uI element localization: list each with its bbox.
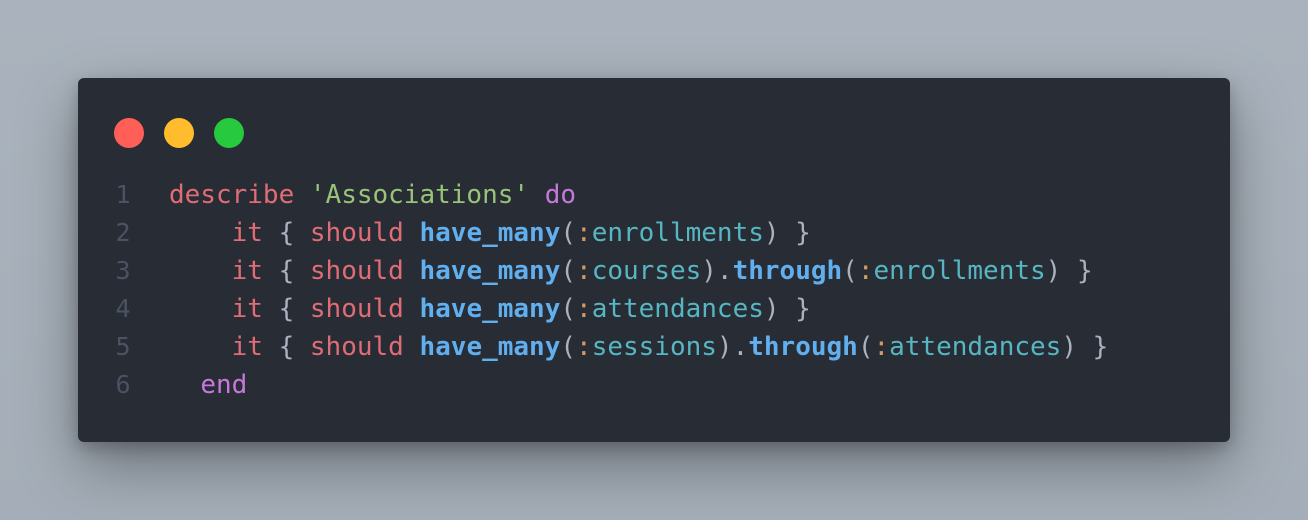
code-line-content: describe 'Associations' do bbox=[169, 176, 576, 214]
code-token: it bbox=[231, 332, 263, 362]
code-token: { bbox=[262, 218, 310, 248]
code-token: ( bbox=[560, 332, 577, 362]
code-token: ( bbox=[857, 332, 874, 362]
code-token: it bbox=[231, 294, 263, 324]
code-token: ). bbox=[716, 332, 749, 362]
code-line-content: it { should have_many(:sessions).through… bbox=[169, 328, 1109, 366]
code-token: ( bbox=[842, 256, 858, 286]
code-token: end bbox=[200, 370, 248, 400]
code-line: 2 it { should have_many(:enrollments) } bbox=[78, 214, 1230, 252]
code-token: 'Associations' bbox=[309, 180, 530, 210]
code-token: should bbox=[309, 256, 404, 286]
line-number: 6 bbox=[115, 370, 131, 399]
code-token: have_many bbox=[419, 294, 561, 324]
code-token: attendances bbox=[591, 294, 764, 324]
code-token: ) } bbox=[1045, 256, 1093, 286]
code-token: : bbox=[576, 294, 592, 324]
code-token: : bbox=[576, 218, 592, 248]
code-line-content: it { should have_many(:attendances) } bbox=[169, 290, 811, 328]
code-token: sessions bbox=[591, 332, 717, 362]
code-line: 5 it { should have_many(:sessions).throu… bbox=[78, 328, 1230, 366]
code-line: 6 end bbox=[78, 366, 1230, 404]
code-token: { bbox=[262, 332, 310, 362]
code-token: should bbox=[309, 294, 404, 324]
code-token: : bbox=[857, 256, 874, 286]
code-line: 4 it { should have_many(:attendances) } bbox=[78, 290, 1230, 328]
code-token: do bbox=[544, 180, 577, 210]
code-token: attendances bbox=[889, 332, 1062, 362]
code-token: courses bbox=[591, 256, 702, 286]
code-token: it bbox=[231, 256, 263, 286]
code-token: ( bbox=[560, 294, 577, 324]
code-token: ) } bbox=[763, 218, 811, 248]
code-token: ) } bbox=[763, 294, 811, 324]
code-window: 1 describe 'Associations' do 2 it { should… bbox=[78, 78, 1230, 442]
code-token: describe bbox=[169, 180, 295, 210]
code-token: enrollments bbox=[591, 218, 764, 248]
code-token: have_many bbox=[419, 256, 561, 286]
code-token: { bbox=[262, 256, 310, 286]
code-token: : bbox=[576, 256, 592, 286]
code-line-content: it { should have_many(:courses).through(… bbox=[169, 252, 1093, 290]
code-line-content: end bbox=[169, 366, 247, 404]
code-token: should bbox=[309, 218, 404, 248]
code-token: have_many bbox=[419, 218, 561, 248]
line-number: 4 bbox=[115, 294, 131, 323]
code-token: ( bbox=[560, 218, 577, 248]
line-number: 2 bbox=[115, 218, 131, 247]
code-token: enrollments bbox=[873, 256, 1046, 286]
line-number: 1 bbox=[115, 180, 131, 209]
code-token: it bbox=[231, 218, 263, 248]
code-line-content: it { should have_many(:enrollments) } bbox=[169, 214, 811, 252]
code-line: 3 it { should have_many(:courses).throug… bbox=[78, 252, 1230, 290]
line-number: 5 bbox=[115, 332, 131, 361]
maximize-button[interactable] bbox=[214, 118, 244, 148]
close-button[interactable] bbox=[114, 118, 144, 148]
code-token: should bbox=[309, 332, 404, 362]
code-token: ) } bbox=[1061, 332, 1109, 362]
code-line: 1 describe 'Associations' do bbox=[78, 176, 1230, 214]
code-token: : bbox=[576, 332, 592, 362]
line-number: 3 bbox=[115, 256, 131, 285]
code-token: ). bbox=[701, 256, 733, 286]
code-block: 1 describe 'Associations' do 2 it { should… bbox=[78, 176, 1230, 404]
code-token: ( bbox=[560, 256, 577, 286]
code-token: through bbox=[732, 256, 843, 286]
code-token: : bbox=[873, 332, 890, 362]
code-token: have_many bbox=[419, 332, 561, 362]
code-token: { bbox=[262, 294, 310, 324]
code-token: through bbox=[748, 332, 858, 362]
minimize-button[interactable] bbox=[164, 118, 194, 148]
